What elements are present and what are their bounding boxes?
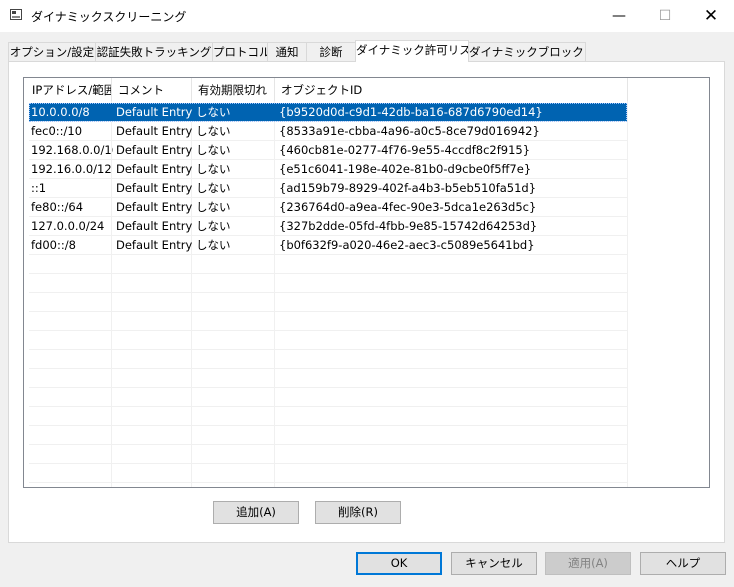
cell-object-id: {460cb81e-0277-4f76-9e55-4ccdf8c2f915} — [279, 143, 531, 157]
help-button[interactable]: ヘルプ — [640, 552, 726, 575]
table-row[interactable]: fec0::/10 Default Entry しない {8533a91e-cbba-… — [29, 122, 627, 141]
cell-object-id: {236764d0-a9ea-4fec-90e3-5dca1e263d5c} — [279, 200, 537, 214]
table-row[interactable]: ::1 Default Entry しない {ad159b79-8929-402f-a… — [29, 179, 627, 198]
column-divider — [627, 78, 628, 487]
cell-comment: Default Entry — [116, 181, 193, 195]
cell-comment: Default Entry — [116, 162, 193, 176]
column-header-object-id[interactable]: オブジェクトID — [275, 78, 628, 101]
cell-object-id: {8533a91e-cbba-4a96-a0c5-8ce79d016942} — [279, 124, 540, 138]
cell-object-id: {e51c6041-198e-402e-81b0-d9cbe0f5ff7e} — [279, 162, 532, 176]
cell-comment: Default Entry — [116, 219, 193, 233]
apply-button: 適用(A) — [545, 552, 631, 575]
empty-row — [29, 293, 627, 312]
maximize-button[interactable]: ☐ — [642, 0, 688, 32]
cell-object-id: {ad159b79-8929-402f-a4b3-b5eb510fa51d} — [279, 181, 537, 195]
table-row[interactable]: 192.168.0.0/16 Default Entry しない {460cb81e-… — [29, 141, 627, 160]
column-header-ip[interactable]: IPアドレス/範囲 — [26, 78, 112, 101]
column-header-expiry[interactable]: 有効期限切れ — [192, 78, 275, 101]
cell-expiry: しない — [196, 219, 231, 233]
cell-object-id: {b0f632f9-a020-46e2-aec3-c5089e5641bd} — [279, 238, 535, 252]
cell-object-id: {b9520d0d-c9d1-42db-ba16-687d6790ed14} — [279, 105, 543, 119]
cell-comment: Default Entry — [116, 238, 193, 252]
cell-ip: fd00::/8 — [31, 238, 76, 252]
column-header-comment[interactable]: コメント — [112, 78, 192, 101]
cell-object-id: {327b2dde-05fd-4fbb-9e85-15742d64253d} — [279, 219, 538, 233]
cell-ip: 192.168.0.0/16 — [31, 143, 113, 157]
cell-comment: Default Entry — [116, 124, 193, 138]
app-icon — [10, 9, 22, 20]
title-bar: ダイナミックスクリーニング — ☐ ✕ — [0, 0, 734, 32]
tab-strip: オプション/設定 認証失敗トラッキング プロトコル 通知 診断 ダイナミック許可… — [8, 40, 728, 62]
close-icon: ✕ — [703, 6, 719, 26]
cell-expiry: しない — [196, 200, 231, 214]
table-row[interactable]: fe80::/64 Default Entry しない {236764d0-a9ea-… — [29, 198, 627, 217]
cell-expiry: しない — [196, 238, 231, 252]
tab-dynamic-block-list[interactable]: ダイナミックブロックリスト — [468, 42, 586, 61]
list-header: IPアドレス/範囲 コメント 有効期限切れ オブジェクトID — [24, 78, 709, 101]
maximize-icon: ☐ — [658, 8, 672, 24]
tab-dynamic-allow-list[interactable]: ダイナミック許可リスト — [355, 40, 469, 62]
empty-row — [29, 350, 627, 369]
table-row[interactable]: 10.0.0.0/8 Default Entry しない {b9520d0d-c9d1… — [29, 103, 627, 122]
minimize-button[interactable]: — — [596, 0, 642, 32]
cell-ip: 192.16.0.0/12 — [31, 162, 112, 176]
cell-comment: Default Entry — [116, 105, 193, 119]
empty-row — [29, 369, 627, 388]
empty-row — [29, 464, 627, 483]
empty-row — [29, 407, 627, 426]
cell-ip: fe80::/64 — [31, 200, 84, 214]
tab-notification[interactable]: 通知 — [267, 42, 307, 61]
minimize-icon: — — [612, 8, 626, 24]
delete-button[interactable]: 削除(R) — [315, 501, 401, 524]
cell-expiry: しない — [196, 143, 231, 157]
cell-ip: 10.0.0.0/8 — [31, 105, 90, 119]
tab-auth-failure-tracking[interactable]: 認証失敗トラッキング — [95, 42, 213, 61]
cell-expiry: しない — [196, 162, 231, 176]
empty-row — [29, 445, 627, 464]
cell-ip: 127.0.0.0/24 — [31, 219, 105, 233]
table-row[interactable]: 192.16.0.0/12 Default Entry しない {e51c6041-1… — [29, 160, 627, 179]
empty-row — [29, 255, 627, 274]
cell-expiry: しない — [196, 124, 231, 138]
cell-expiry: しない — [196, 181, 231, 195]
tab-options-settings[interactable]: オプション/設定 — [8, 42, 96, 61]
empty-row — [29, 426, 627, 445]
add-button[interactable]: 追加(A) — [213, 501, 299, 524]
window-title: ダイナミックスクリーニング — [31, 10, 187, 24]
empty-row — [29, 312, 627, 331]
empty-row — [29, 388, 627, 407]
cell-ip: fec0::/10 — [31, 124, 83, 138]
close-button[interactable]: ✕ — [688, 0, 734, 32]
cell-comment: Default Entry — [116, 143, 193, 157]
cell-expiry: しない — [196, 105, 231, 119]
cancel-button[interactable]: キャンセル — [451, 552, 537, 575]
empty-row — [29, 331, 627, 350]
tab-diagnostics[interactable]: 診断 — [306, 42, 356, 61]
allow-list-view[interactable]: IPアドレス/範囲 コメント 有効期限切れ オブジェクトID 10.0.0.0/… — [23, 77, 710, 488]
ok-button[interactable]: OK — [356, 552, 442, 575]
tab-protocol[interactable]: プロトコル — [212, 42, 268, 61]
cell-ip: ::1 — [31, 181, 47, 195]
empty-row — [29, 274, 627, 293]
cell-comment: Default Entry — [116, 200, 193, 214]
table-row[interactable]: fd00::/8 Default Entry しない {b0f632f9-a020-4… — [29, 236, 627, 255]
table-row[interactable]: 127.0.0.0/24 Default Entry しない {327b2dde-05… — [29, 217, 627, 236]
